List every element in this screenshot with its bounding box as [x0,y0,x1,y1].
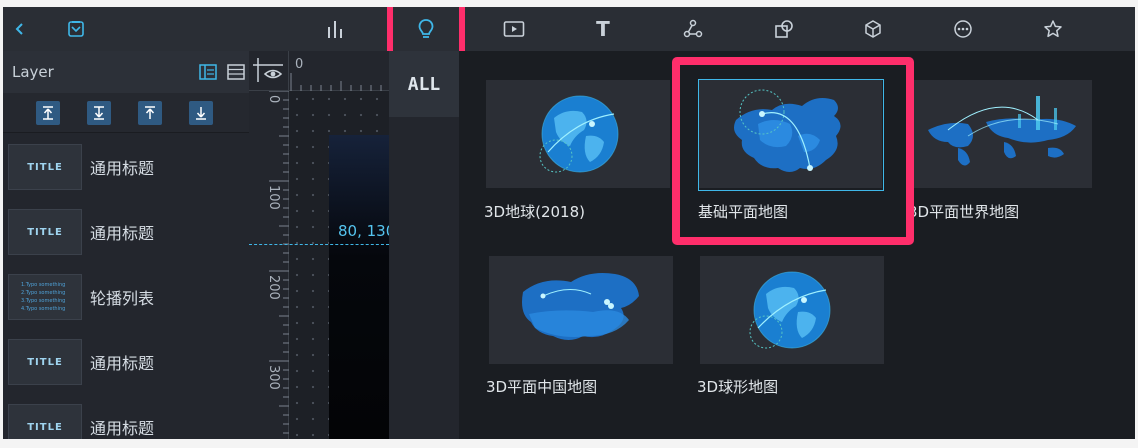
category-all-tab[interactable]: ALL [389,51,459,117]
layout-toggle-icon[interactable] [199,64,217,84]
layer-label: 通用标题 [90,419,155,438]
save-icon[interactable] [59,13,93,45]
layer-label: 通用标题 [90,354,155,373]
card-thumbnail [486,80,670,188]
ruler-label: 0 [266,95,281,104]
layer-label: 通用标题 [90,224,155,243]
card-label: 3D平面世界地图 [908,203,1020,221]
horizontal-ruler: 0 [289,51,389,91]
more-icon[interactable] [946,13,980,45]
cube-icon[interactable] [856,13,890,45]
layer-order-controls [3,93,249,133]
layer-panel-header: Layer [3,51,249,93]
card-thumbnail [700,256,884,364]
card-label: 3D地球(2018) [484,203,585,221]
editor-canvas: 0 0 100 200 300 80, 130 [249,51,395,439]
card-label: 3D平面中国地图 [486,378,598,396]
selection-highlight-frame [672,57,914,245]
layer-thumbnail: TITLE [8,339,82,385]
shape-icon[interactable] [767,13,801,45]
text-icon[interactable]: T [586,13,620,45]
list-view-icon[interactable] [227,64,245,84]
chart-icon[interactable] [318,13,352,45]
guide-line [249,244,389,245]
layer-panel-title: Layer [12,63,54,81]
coordinate-readout: 80, 130 [338,222,396,240]
vertical-ruler: 0 100 200 300 [249,91,289,439]
ruler-label: 300 [266,365,281,390]
layer-panel: Layer TITLE 通用标题 TITLE 通用标题 1.Typo somet… [3,51,249,439]
card-thumbnail [489,256,673,364]
component-gallery: 3D地球(2018) 基础平面地图 3D平面世界地图 3D平面中国地图 3D球形… [459,51,1135,439]
relation-icon[interactable] [676,13,710,45]
move-down-button[interactable] [189,100,213,125]
back-icon[interactable] [3,13,37,45]
layer-label: 轮播列表 [90,289,155,308]
layer-item[interactable]: TITLE 通用标题 [3,137,249,197]
layer-thumbnail: TITLE [8,144,82,190]
send-to-back-button[interactable] [87,100,111,125]
layer-item[interactable]: TITLE 通用标题 [3,397,249,439]
layer-thumbnail: TITLE [8,404,82,439]
layer-thumbnail: TITLE [8,209,82,255]
ruler-corner[interactable] [249,51,289,91]
layer-item[interactable]: 1.Typo something 2.Typo something 3.Typo… [3,267,249,327]
category-sidebar: ALL [389,51,459,439]
canvas-artboard[interactable] [329,135,389,439]
bring-to-front-button[interactable] [36,100,60,125]
favorite-icon[interactable] [1036,13,1070,45]
card-label: 3D球形地图 [697,378,779,396]
ruler-label: 100 [266,185,281,210]
card-thumbnail [908,80,1092,188]
move-up-button[interactable] [138,100,162,125]
map-pin-icon[interactable] [409,13,443,45]
layer-label: 通用标题 [90,159,155,178]
ruler-label: 200 [266,275,281,300]
layer-item[interactable]: TITLE 通用标题 [3,332,249,392]
eye-icon [253,58,283,82]
top-toolbar: T [3,7,1135,57]
layer-thumbnail: 1.Typo something 2.Typo something 3.Typo… [8,274,82,320]
media-icon[interactable] [497,13,531,45]
app-window: T Layer TITLE 通用标题 TITLE 通用标题 1.Typo som… [3,7,1135,439]
layer-item[interactable]: TITLE 通用标题 [3,202,249,262]
